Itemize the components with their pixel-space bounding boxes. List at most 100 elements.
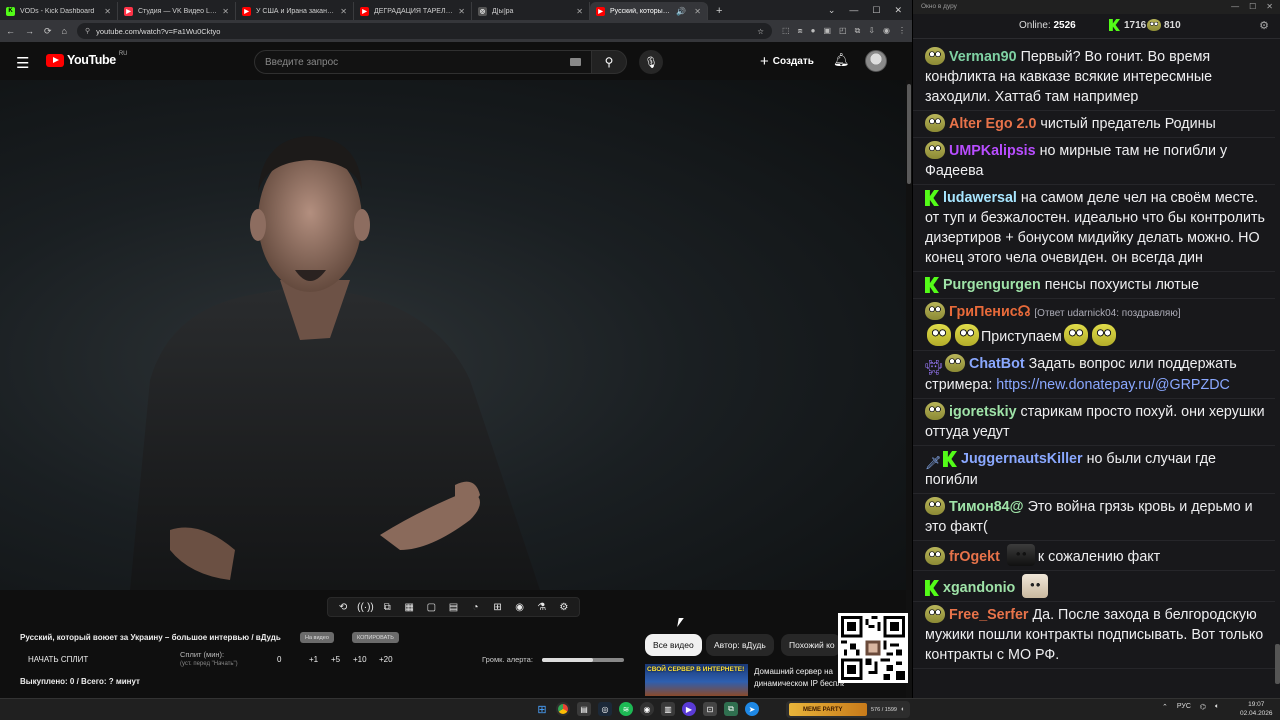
search-button[interactable]: ⚲ <box>591 50 627 74</box>
extension-icon[interactable]: ⬚ <box>782 26 790 36</box>
app-icon[interactable]: ▥ <box>661 702 675 716</box>
downloads-icon[interactable]: ⇩ <box>868 26 875 36</box>
steam-icon[interactable]: ◎ <box>598 702 612 716</box>
tray-chevron-icon[interactable]: ⌃ <box>1162 703 1168 711</box>
extension-icon[interactable]: ⧈ <box>798 26 803 36</box>
speed-icon[interactable]: ◔ <box>468 602 484 613</box>
split-add-20-button[interactable]: +20 <box>379 655 393 664</box>
frame-icon[interactable]: ▢ <box>423 602 439 613</box>
start-split-button[interactable]: НАЧАТЬ СПЛИТ <box>28 655 88 664</box>
volume-icon[interactable]: 🔈︎ <box>1215 703 1219 711</box>
tab-kick-vods[interactable]: K VODs - Kick Dashboard ✕ <box>0 2 118 20</box>
avatar[interactable] <box>865 50 887 72</box>
new-tab-button[interactable]: + <box>708 2 730 20</box>
toggle-icon[interactable]: ◐ <box>901 706 905 713</box>
pip-icon[interactable]: ⧉ <box>379 602 395 613</box>
tab-dyra[interactable]: ◎ Д[ы]ра ✕ <box>472 2 590 20</box>
split-value-0[interactable]: 0 <box>277 655 281 664</box>
minimize-icon[interactable]: — <box>1231 2 1239 11</box>
loop-icon[interactable]: ⟲ <box>335 602 351 613</box>
chip-all-videos[interactable]: Все видео <box>645 634 702 656</box>
camera-icon[interactable]: ◉ <box>512 602 528 613</box>
tab-vk-studio[interactable]: ▶ Студия — VK Видео Live ✕ <box>118 2 236 20</box>
chat-username[interactable]: Verman90 <box>949 49 1017 65</box>
video-player[interactable] <box>0 80 906 590</box>
copy-button[interactable]: КОПИРОВАТЬ <box>352 632 399 643</box>
language-indicator[interactable]: РУС <box>1177 703 1191 711</box>
donate-link[interactable]: https://new.donatepay.ru/@GRPZDC <box>996 377 1230 393</box>
chat-username[interactable]: JuggernautsKiller <box>961 451 1083 467</box>
forward-icon[interactable]: → <box>25 26 34 36</box>
chat-username[interactable]: Alter Ego 2.0 <box>949 116 1036 132</box>
alert-volume-slider[interactable] <box>542 658 624 662</box>
extension-icon[interactable]: ● <box>811 26 816 36</box>
url-field[interactable]: ⚲ youtube.com/watch?v=Fa1Wu0Cktyo ☆ <box>76 23 772 39</box>
tab-youtube-degradation[interactable]: ▶ ДЕГРАДАЦИЯ ТАРЕЛОЧНИЦ ✕ <box>354 2 472 20</box>
chat-username[interactable]: Free_Serfer <box>949 607 1028 623</box>
recommendation-thumbnail[interactable]: СВОЙ СЕРВЕР В ИНТЕРНЕТЕ! <box>645 664 748 696</box>
scrollbar-thumb[interactable] <box>1275 644 1280 684</box>
scrollbar-thumb[interactable] <box>907 84 911 184</box>
chip-similar[interactable]: Похожий ко <box>781 634 841 656</box>
site-info-icon[interactable]: ⚲ <box>85 27 90 35</box>
split-add-1-button[interactable]: +1 <box>309 655 318 664</box>
bookmark-star-icon[interactable]: ☆ <box>757 27 764 36</box>
taskbar-clock[interactable]: 19:07 02.04.2026 <box>1240 700 1273 718</box>
tab-search-icon[interactable]: ⌄ <box>828 5 836 16</box>
chrome-icon[interactable] <box>556 702 570 716</box>
taskbar-active-app[interactable]: MEME PARTY 576 / 1599 ◐ <box>786 701 910 718</box>
extension-icon[interactable]: ◰ <box>839 26 847 36</box>
maximize-icon[interactable]: ☐ <box>872 5 880 16</box>
chat-username[interactable]: xgandonio <box>943 580 1015 596</box>
close-tab-icon[interactable]: ✕ <box>576 7 583 16</box>
network-icon[interactable]: ⌬ <box>1200 703 1206 711</box>
create-button[interactable]: + Создать <box>760 53 814 70</box>
chat-username[interactable]: Purgengurgen <box>943 277 1041 293</box>
reload-icon[interactable]: ⟳ <box>44 26 52 37</box>
add-icon[interactable]: ⊞ <box>490 602 506 613</box>
chat-settings-gear-icon[interactable]: ⚙ <box>1259 19 1269 32</box>
chat-username[interactable]: frOgekt <box>949 549 1000 565</box>
app-icon[interactable]: ⊡ <box>703 702 717 716</box>
settings-gear-icon[interactable]: ⚙ <box>556 602 572 613</box>
close-tab-icon[interactable]: ✕ <box>222 7 229 16</box>
profile-icon[interactable]: ◉ <box>883 26 890 36</box>
chat-username[interactable]: UMPKalipsis <box>949 143 1036 159</box>
tab-youtube-active[interactable]: ▶ Русский, который воюет з 🔊 ✕ <box>590 2 708 20</box>
flask-icon[interactable]: ⚗ <box>534 602 550 613</box>
filmstrip-icon[interactable]: ▤ <box>445 602 461 613</box>
chat-username[interactable]: igoretskiy <box>949 404 1017 420</box>
media-player-icon[interactable]: ▶ <box>682 702 696 716</box>
hamburger-menu-icon[interactable]: ☰ <box>16 54 29 72</box>
maximize-icon[interactable]: ☐ <box>1249 2 1256 11</box>
minimize-icon[interactable]: — <box>849 5 858 15</box>
back-icon[interactable]: ← <box>6 26 15 36</box>
search-input[interactable]: Введите запрос <box>254 50 592 74</box>
extension-icon[interactable]: ▣ <box>823 26 831 36</box>
app-icon[interactable]: ⧉ <box>724 702 738 716</box>
puzzle-icon[interactable]: ⧉ <box>855 26 861 36</box>
chat-scrollbar[interactable] <box>1275 44 1280 690</box>
chat-message-list[interactable]: Verman90 Первый? Во гонит. Во время конфл… <box>913 44 1275 690</box>
notifications-bell-icon[interactable]: 🔔︎ <box>833 52 850 68</box>
chat-username[interactable]: ГриПенис☊ <box>949 304 1030 320</box>
tab-youtube-usa-iran[interactable]: ▶ У США и Ирана заканчиваются ✕ <box>236 2 354 20</box>
close-window-icon[interactable]: ✕ <box>894 5 902 16</box>
chat-username[interactable]: ChatBot <box>969 356 1025 372</box>
close-tab-icon[interactable]: ✕ <box>104 7 111 16</box>
chip-author[interactable]: Автор: вДудь <box>706 634 774 656</box>
home-icon[interactable]: ⌂ <box>62 26 67 36</box>
split-add-5-button[interactable]: +5 <box>331 655 340 664</box>
voice-search-button[interactable]: 🎙 <box>639 50 663 74</box>
telegram-icon[interactable]: ➤ <box>745 702 759 716</box>
audio-icon[interactable]: ((·)) <box>357 602 374 613</box>
film-icon[interactable]: ▦ <box>401 602 417 613</box>
chat-reply-ref[interactable]: [Ответ udarnick04: поздравляю] <box>1034 308 1180 319</box>
close-tab-icon[interactable]: ✕ <box>694 7 701 16</box>
close-tab-icon[interactable]: ✕ <box>340 7 347 16</box>
close-tab-icon[interactable]: ✕ <box>458 7 465 16</box>
chat-username[interactable]: ludawersal <box>943 190 1017 206</box>
keyboard-icon[interactable] <box>570 58 581 66</box>
on-video-button[interactable]: На видео <box>300 632 334 643</box>
menu-dots-icon[interactable]: ⋮ <box>898 26 906 36</box>
